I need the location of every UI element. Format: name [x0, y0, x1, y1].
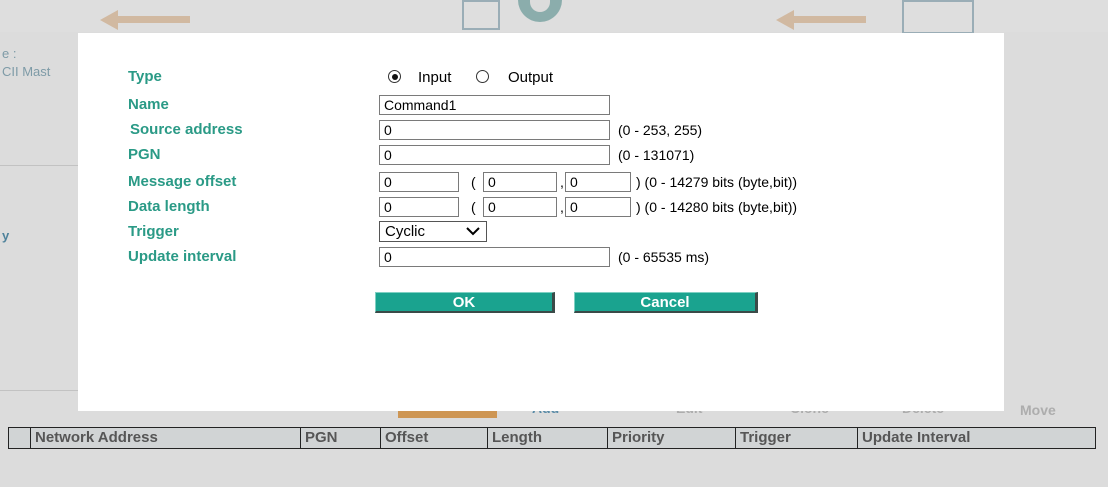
radio-output[interactable]	[476, 70, 489, 83]
pgn-hint: (0 - 131071)	[618, 147, 695, 163]
trigger-select-value: Cyclic	[385, 223, 425, 240]
source-address-hint: (0 - 253, 255)	[618, 122, 703, 138]
data-length-label: Data length	[128, 198, 210, 215]
trigger-select[interactable]: Cyclic	[379, 221, 487, 242]
data-length-input[interactable]	[379, 197, 459, 217]
open-paren: (	[471, 174, 476, 190]
source-address-label: Source address	[130, 121, 243, 138]
message-offset-input[interactable]	[379, 172, 459, 192]
comma: ,	[560, 174, 564, 190]
data-length-bit-input[interactable]	[565, 197, 631, 217]
pgn-input[interactable]	[379, 145, 610, 165]
pgn-label: PGN	[128, 146, 161, 163]
name-label: Name	[128, 96, 169, 113]
ok-button[interactable]: OK	[375, 292, 555, 313]
message-offset-label: Message offset	[128, 173, 237, 190]
radio-input-label[interactable]: Input	[418, 69, 451, 86]
comma: ,	[560, 199, 564, 215]
chevron-down-icon	[466, 227, 480, 236]
update-interval-hint: (0 - 65535 ms)	[618, 249, 710, 265]
data-length-hint: ) (0 - 14280 bits (byte,bit))	[636, 199, 798, 215]
update-interval-input[interactable]	[379, 247, 610, 267]
command-dialog: Type Input Output Name Source address (0…	[78, 33, 1004, 411]
message-offset-byte-input[interactable]	[483, 172, 557, 192]
open-paren: (	[471, 199, 476, 215]
radio-output-label[interactable]: Output	[508, 69, 553, 86]
name-input[interactable]	[379, 95, 610, 115]
update-interval-label: Update interval	[128, 248, 237, 265]
source-address-input[interactable]	[379, 120, 610, 140]
message-offset-bit-input[interactable]	[565, 172, 631, 192]
trigger-label: Trigger	[128, 223, 179, 240]
radio-input[interactable]	[388, 70, 401, 83]
cancel-button[interactable]: Cancel	[574, 292, 758, 313]
message-offset-hint: ) (0 - 14279 bits (byte,bit))	[636, 174, 798, 190]
data-length-byte-input[interactable]	[483, 197, 557, 217]
type-label: Type	[128, 68, 162, 85]
